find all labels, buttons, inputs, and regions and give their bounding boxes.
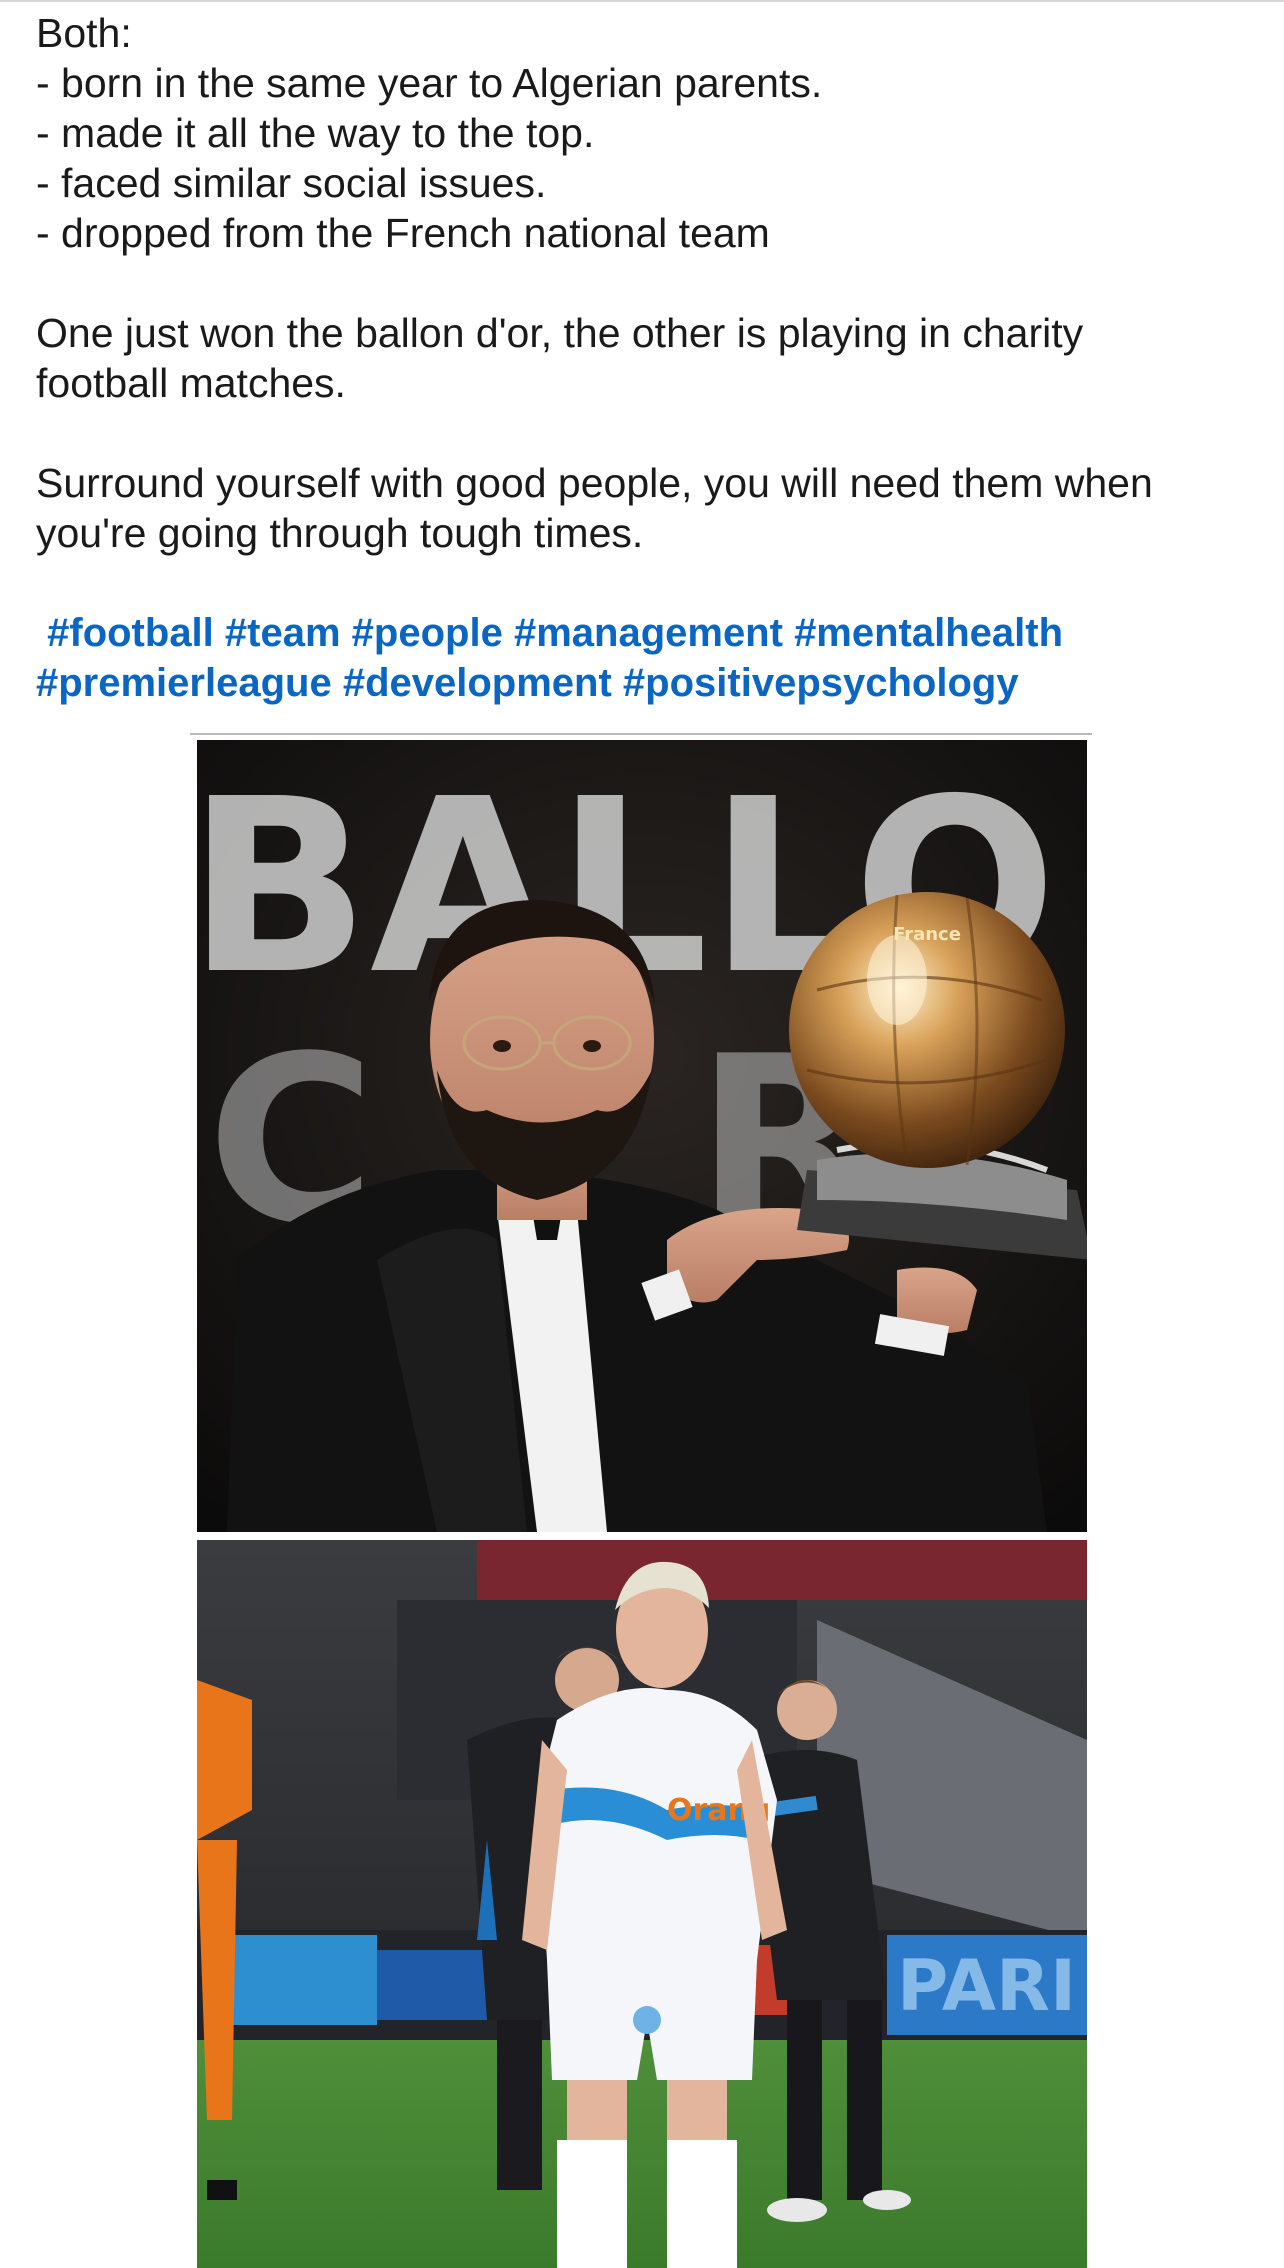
post-line: - faced similar social issues. [36, 160, 547, 206]
post-line: - made it all the way to the top. [36, 110, 595, 156]
ballon-dor-image: BALLO C R France [197, 740, 1087, 1532]
charity-match-image: PARI Orang [197, 1540, 1087, 2268]
post-line: One just won the ballon d'or, the other … [36, 310, 1084, 356]
post-line: you're going through tough times. [36, 510, 644, 556]
hashtags-line-2: #premierleague #development #positivepsy… [36, 658, 1256, 708]
trophy-text: France [893, 924, 961, 945]
top-divider [0, 0, 1284, 2]
hashtag-link[interactable]: #football [47, 611, 214, 655]
post-line: Both: [36, 10, 132, 56]
post-view: Both: - born in the same year to Algeria… [0, 0, 1284, 2268]
banner-text: PARI [897, 1945, 1076, 2027]
hashtag-link[interactable]: #people [352, 611, 503, 655]
hashtags-line-1: #football #team #people #management #men… [36, 608, 1256, 658]
hashtag-link[interactable]: #mentalhealth [794, 611, 1063, 655]
hashtag-link[interactable]: #team [225, 611, 341, 655]
hashtag-link[interactable]: #management [514, 611, 783, 655]
media-divider [190, 733, 1092, 735]
post-line: Surround yourself with good people, you … [36, 460, 1153, 506]
hashtag-link[interactable]: #premierleague [36, 661, 332, 705]
post-line: - born in the same year to Algerian pare… [36, 60, 823, 106]
ballon-dor-photo[interactable]: BALLO C R France [197, 740, 1087, 1532]
post-line: football matches. [36, 360, 346, 406]
charity-match-photo[interactable]: PARI Orang [197, 1540, 1087, 2268]
post-body: Both: - born in the same year to Algeria… [36, 8, 1256, 708]
hashtag-link[interactable]: #positivepsychology [623, 661, 1019, 705]
post-line: - dropped from the French national team [36, 210, 770, 256]
hashtag-link[interactable]: #development [343, 661, 612, 705]
